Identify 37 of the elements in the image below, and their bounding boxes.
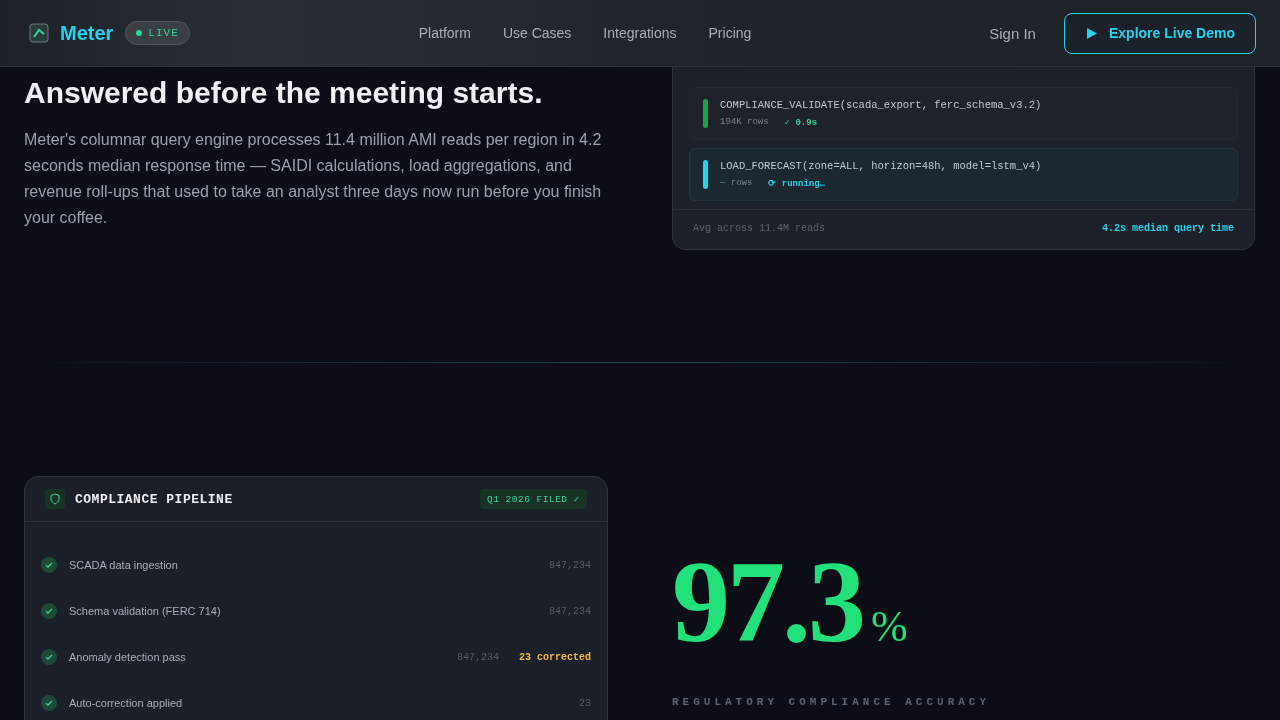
- step-label: Anomaly detection pass: [69, 651, 186, 663]
- average-note: Avg across 11.4M reads: [693, 223, 826, 234]
- status-bar: [703, 160, 708, 189]
- median-time: 4.2s median query time: [1101, 223, 1234, 234]
- filed-badge: Q1 2026 FILED ✓: [479, 489, 587, 509]
- step-label: SCADA data ingestion: [69, 559, 178, 571]
- row-count: — rows: [720, 178, 753, 189]
- step-label: Auto-correction applied: [69, 697, 183, 709]
- row-count: 194K rows: [720, 117, 769, 128]
- record-count: 847,234: [456, 651, 499, 663]
- hero-description: Meter's columnar query engine processes 11.4 million AMI reads per region in 4.2 seconds median response time — SAIDI calculations, load aggregations, and revenue roll-ups that used to take an analyst three days now run before you finish your coffee.: [24, 130, 603, 228]
- shield-icon: [45, 489, 65, 509]
- nav-link[interactable]: Use Cases: [502, 25, 572, 41]
- accuracy-label: REGULATORY COMPLIANCE ACCURACY: [672, 696, 992, 708]
- brand-name[interactable]: Meter: [60, 21, 114, 45]
- nav-link[interactable]: Platform: [418, 25, 471, 41]
- query-status: ✓ 0.9s: [784, 117, 818, 128]
- status-bar: [703, 99, 708, 128]
- step-label: Schema validation (FERC 714): [69, 605, 221, 617]
- sign-in-link[interactable]: Sign In: [989, 24, 1036, 42]
- record-count: 847,234: [549, 559, 591, 571]
- accuracy-value: 97.3: [672, 544, 863, 660]
- explore-demo-button[interactable]: Explore Live Demo: [1063, 12, 1256, 54]
- logo-icon: [28, 22, 50, 44]
- play-icon: [1086, 27, 1097, 39]
- query-status: ⟳ running…: [768, 178, 825, 189]
- record-count: 847,234: [549, 605, 591, 617]
- correction-note: 23 corrected: [519, 651, 591, 663]
- nav-link[interactable]: Pricing: [708, 25, 752, 41]
- nav-link[interactable]: Integrations: [603, 25, 677, 41]
- pipeline-title: COMPLIANCE PIPELINE: [75, 491, 233, 507]
- query-text: COMPLIANCE_VALIDATE(scada_export, ferc_schema_v3.2): [720, 99, 1042, 111]
- percent-unit: %: [871, 601, 908, 652]
- record-count: 23: [579, 697, 591, 709]
- hero-headline: Answered before the meeting starts.: [24, 76, 544, 110]
- live-badge: LIVE: [125, 21, 190, 45]
- query-text: LOAD_FORECAST(zone=ALL, horizon=48h, model=lstm_v4): [720, 160, 1042, 172]
